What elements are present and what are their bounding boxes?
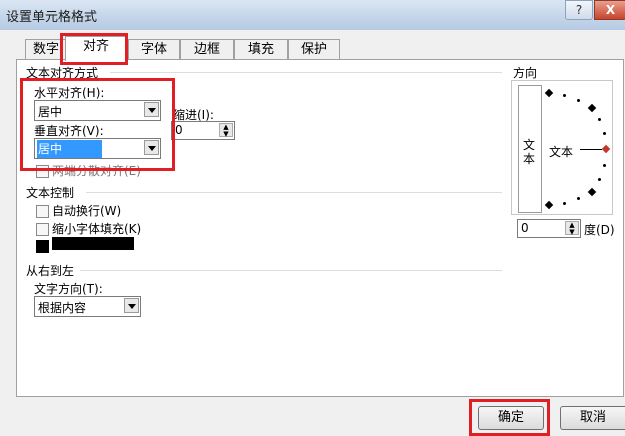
orientation-tick: [563, 202, 566, 205]
vertical-text-toggle[interactable]: 文 本: [518, 85, 542, 213]
group-divider: [86, 192, 502, 193]
spin-arrows-icon[interactable]: ▲ ▼: [219, 123, 233, 138]
orientation-marker-icon: [587, 103, 597, 113]
orientation-tick: [598, 178, 601, 181]
degrees-value: 0: [521, 221, 529, 235]
orientation-tick: [577, 99, 580, 102]
text-control-group-label: 文本控制: [26, 186, 75, 200]
text-direction-value: 根据内容: [38, 301, 87, 315]
orientation-text: 文本: [549, 145, 574, 159]
tab-border[interactable]: 边框: [180, 39, 234, 60]
orientation-marker-icon: [587, 187, 597, 197]
shrink-to-fit-checkbox[interactable]: [36, 223, 49, 236]
highlight-tab-alignment: [60, 33, 128, 65]
chevron-down-icon[interactable]: [124, 298, 139, 313]
orientation-label: 方向: [513, 66, 538, 80]
degrees-label: 度(D): [584, 223, 615, 237]
orientation-tick: [577, 197, 580, 200]
orientation-tick: [603, 132, 606, 135]
orientation-needle: [580, 149, 602, 150]
vertical-text-char: 本: [523, 152, 536, 166]
orientation-marker-icon: [544, 88, 554, 98]
indent-value: 0: [175, 123, 183, 137]
orientation-marker-icon: [544, 200, 554, 210]
spin-arrows-icon[interactable]: ▲ ▼: [565, 221, 579, 236]
orientation-dial[interactable]: 文本: [543, 85, 611, 211]
orientation-tick: [563, 94, 566, 97]
orientation-handle-icon[interactable]: [601, 144, 611, 154]
shrink-to-fit-label: 缩小字体填充(K): [52, 222, 142, 236]
group-divider: [110, 72, 502, 73]
highlight-alignment-selects: [20, 78, 175, 171]
rtl-group-label: 从右到左: [26, 264, 75, 278]
orientation-tick: [603, 164, 606, 167]
highlight-ok-button: [469, 399, 550, 436]
tab-fill[interactable]: 填充: [234, 39, 288, 60]
text-direction-select[interactable]: 根据内容: [34, 296, 141, 317]
wrap-text-checkbox[interactable]: [36, 205, 49, 218]
merge-cells-checkbox[interactable]: [36, 240, 49, 253]
text-direction-label: 文字方向(T):: [34, 282, 103, 296]
close-button[interactable]: X: [594, 0, 625, 20]
tab-font[interactable]: 字体: [128, 39, 180, 60]
group-divider: [80, 270, 502, 271]
degrees-spinner[interactable]: 0 ▲ ▼: [517, 219, 581, 238]
wrap-text-label: 自动换行(W): [52, 204, 122, 218]
tab-protection[interactable]: 保护: [288, 39, 340, 60]
merge-cells-label: 合并单元格(M): [52, 237, 134, 250]
cancel-button[interactable]: 取消: [560, 406, 625, 430]
window-title: 设置单元格格式: [6, 10, 98, 25]
help-button[interactable]: ?: [565, 0, 593, 20]
indent-spinner[interactable]: 0 ▲ ▼: [171, 121, 235, 140]
orientation-tick: [598, 118, 601, 121]
